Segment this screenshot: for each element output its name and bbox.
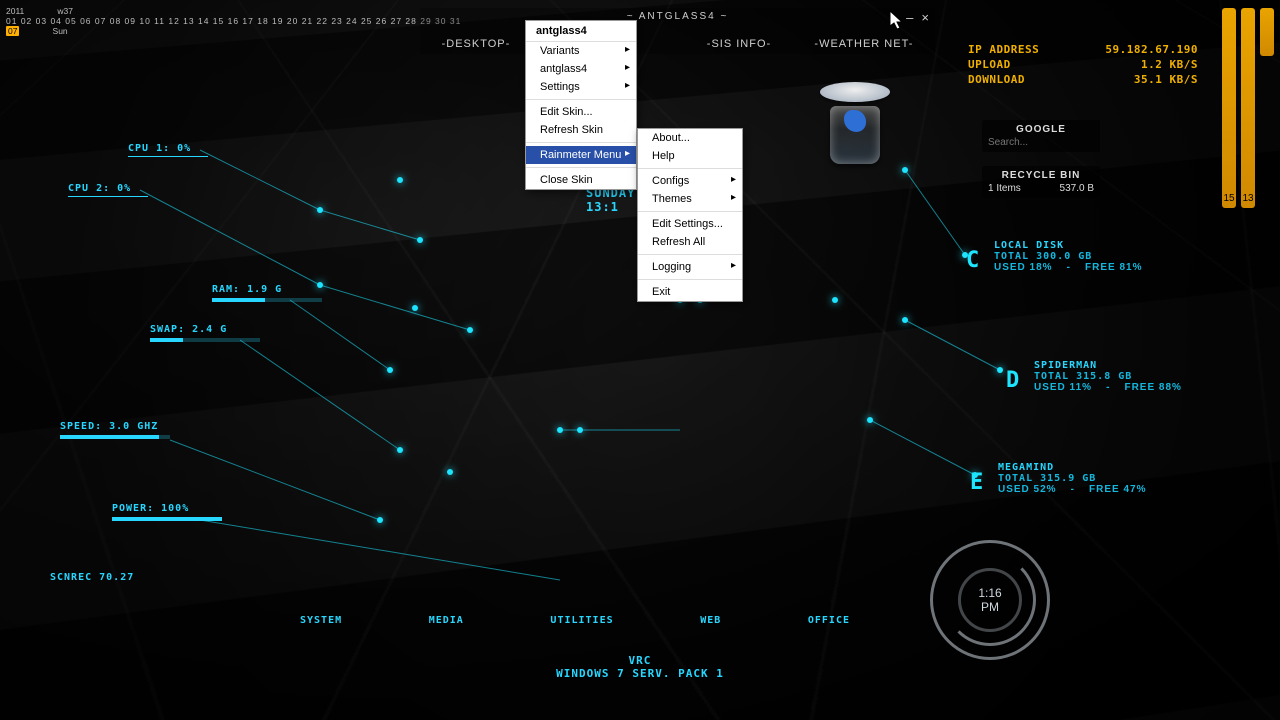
launch-web[interactable]: WEB bbox=[700, 615, 721, 626]
context-menu-primary: antglass4 Variants antglass4 Settings Ed… bbox=[525, 20, 637, 190]
menu-item-configs[interactable]: Configs bbox=[638, 172, 742, 190]
disk-e-name: MEGAMIND bbox=[998, 462, 1178, 473]
launch-media[interactable]: MEDIA bbox=[429, 615, 464, 626]
tab-desktop[interactable]: -DESKTOP- bbox=[442, 38, 511, 50]
disk-d-letter: D bbox=[1006, 368, 1019, 393]
disk-c-name: LOCAL DISK bbox=[994, 240, 1174, 251]
menu-item-about[interactable]: About... bbox=[638, 129, 742, 147]
menu-item-help[interactable]: Help bbox=[638, 147, 742, 165]
recycle-bin-icon[interactable] bbox=[820, 82, 890, 164]
stat-speed: SPEED: 3.0 GHZ bbox=[60, 421, 170, 439]
tab-sis-info[interactable]: -SIS INFO- bbox=[707, 38, 771, 50]
net-down-label: DOWNLOAD bbox=[968, 73, 1025, 86]
stat-ram: RAM: 1.9 G bbox=[212, 284, 322, 302]
disk-d[interactable]: D SPIDERMAN TOTAL 315.8 GB USED 11% - FR… bbox=[1034, 360, 1214, 393]
recycle-size: 537.0 B bbox=[1060, 183, 1094, 194]
clock-ampm: PM bbox=[981, 600, 999, 614]
os-info: VRC WINDOWS 7 SERV. PACK 1 bbox=[556, 654, 724, 680]
disk-e[interactable]: E MEGAMIND TOTAL 315.9 GB USED 52% - FRE… bbox=[998, 462, 1178, 495]
cal-days: 01 02 03 04 05 06 07 08 09 10 11 12 13 1… bbox=[6, 16, 461, 26]
stat-swap: SWAP: 2.4 G bbox=[150, 324, 260, 342]
menu-item-refresh-all[interactable]: Refresh All bbox=[638, 233, 742, 251]
launch-system[interactable]: SYSTEM bbox=[300, 615, 342, 626]
net-up-value: 1.2 KB/S bbox=[1141, 58, 1198, 71]
menu-item-themes[interactable]: Themes bbox=[638, 190, 742, 208]
menu-item-logging[interactable]: Logging bbox=[638, 258, 742, 276]
context-menu-secondary: About... Help Configs Themes Edit Settin… bbox=[637, 128, 743, 302]
recycle-panel[interactable]: RECYCLE BIN 1 Items 537.0 B bbox=[982, 166, 1100, 198]
close-button[interactable]: × bbox=[921, 10, 929, 25]
google-search-input[interactable] bbox=[988, 137, 1094, 148]
menu-item-refresh-skin[interactable]: Refresh Skin bbox=[526, 121, 636, 139]
tab-weather[interactable]: -WEATHER NET- bbox=[814, 38, 913, 50]
cal-dow: Sun bbox=[53, 26, 68, 36]
recycle-title: RECYCLE BIN bbox=[988, 170, 1094, 181]
net-ip-label: IP ADDRESS bbox=[968, 43, 1039, 56]
menu-item-close-skin[interactable]: Close Skin bbox=[526, 171, 636, 189]
side-bar-a: 15 bbox=[1222, 8, 1236, 208]
disk-c[interactable]: C LOCAL DISK TOTAL 300.0 GB USED 18% - F… bbox=[994, 240, 1174, 273]
stat-cpu2: CPU 2: 0% bbox=[68, 183, 148, 197]
cal-today: 07 bbox=[6, 26, 19, 36]
cal-year: 2011 bbox=[6, 6, 24, 16]
launch-utilities[interactable]: UTILITIES bbox=[550, 615, 613, 626]
menu-item-antglass4[interactable]: antglass4 bbox=[526, 60, 636, 78]
stat-cpu1: CPU 1: 0% bbox=[128, 143, 208, 157]
net-up-label: UPLOAD bbox=[968, 58, 1011, 71]
side-bar-b: 13 bbox=[1241, 8, 1255, 208]
menu-item-edit-skin[interactable]: Edit Skin... bbox=[526, 103, 636, 121]
clock-time: 1:16 bbox=[978, 586, 1001, 600]
net-down-value: 35.1 KB/S bbox=[1134, 73, 1198, 86]
menu-item-edit-settings[interactable]: Edit Settings... bbox=[638, 215, 742, 233]
cal-week: w37 bbox=[57, 6, 73, 16]
google-panel: GOOGLE bbox=[982, 120, 1100, 152]
menu-item-settings[interactable]: Settings bbox=[526, 78, 636, 96]
calendar-strip: 2011 w37 01 02 03 04 05 06 07 08 09 10 1… bbox=[6, 6, 461, 36]
launcher-row: SYSTEM MEDIA UTILITIES WEB OFFICE bbox=[300, 615, 850, 626]
recycle-items: 1 Items bbox=[988, 183, 1021, 194]
menu-item-rainmeter-menu[interactable]: Rainmeter Menu bbox=[526, 146, 636, 164]
menu-item-variants[interactable]: Variants bbox=[526, 42, 636, 60]
minimize-button[interactable]: – bbox=[906, 10, 913, 25]
stat-scnrec: SCNREC 70.27 bbox=[50, 572, 134, 583]
window-title: ~ ANTGLASS4 ~ bbox=[627, 11, 729, 22]
stat-power: POWER: 100% bbox=[112, 503, 222, 521]
net-ip-value: 59.182.67.190 bbox=[1105, 43, 1198, 56]
disk-e-letter: E bbox=[970, 470, 983, 495]
disk-c-letter: C bbox=[966, 248, 979, 273]
google-title: GOOGLE bbox=[988, 124, 1094, 135]
side-meter-bars: 15 13 bbox=[1222, 8, 1274, 208]
launch-office[interactable]: OFFICE bbox=[808, 615, 850, 626]
side-bar-c bbox=[1260, 8, 1274, 56]
network-panel: IP ADDRESS 59.182.67.190 UPLOAD 1.2 KB/S D… bbox=[968, 42, 1198, 87]
menu1-title: antglass4 bbox=[526, 21, 636, 42]
menu-item-exit[interactable]: Exit bbox=[638, 283, 742, 301]
disk-d-name: SPIDERMAN bbox=[1034, 360, 1214, 371]
clock-widget: 1:16PM bbox=[930, 540, 1050, 660]
window-titlebar: ~ ANTGLASS4 ~ – × -DESKTOP- -SIS INFO- -… bbox=[420, 8, 935, 54]
